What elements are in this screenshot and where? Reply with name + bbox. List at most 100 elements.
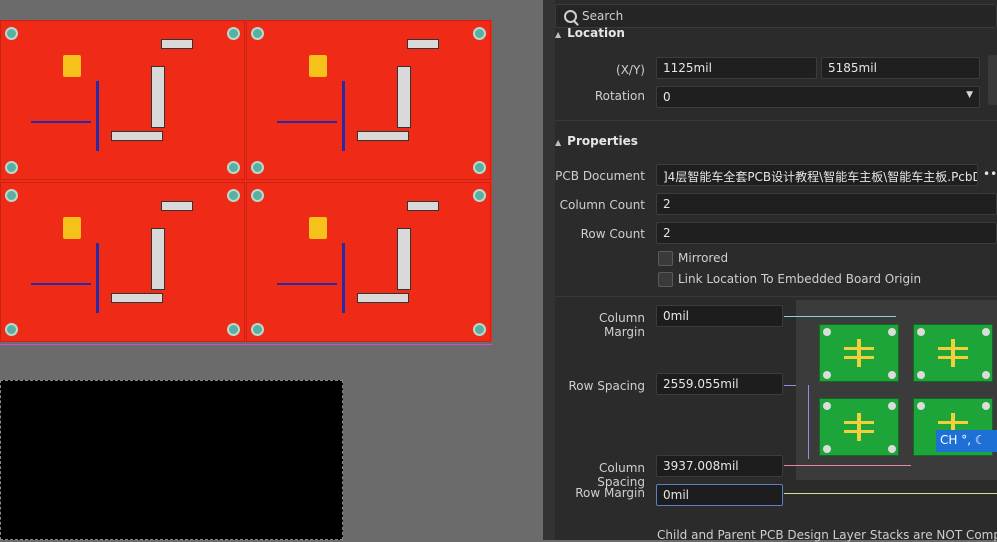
side-button[interactable]	[988, 55, 997, 105]
board-tile-2[interactable]	[246, 20, 491, 180]
pcb-canvas[interactable]	[0, 0, 543, 540]
row-spacing-field[interactable]: 2559.055mil	[656, 373, 783, 395]
mount-hole	[473, 189, 486, 202]
ic-component	[151, 228, 165, 290]
row-spacing-arrow	[784, 385, 796, 386]
canvas-black-region	[0, 380, 343, 540]
mount-hole	[473, 323, 486, 336]
section-header-location[interactable]: ▲ Location	[555, 26, 625, 40]
ic-component	[397, 66, 411, 128]
mirrored-checkbox[interactable]	[658, 251, 673, 266]
board-tile-1[interactable]	[0, 20, 245, 180]
mount-hole	[5, 27, 18, 40]
row-margin-field[interactable]: 0mil	[656, 484, 783, 506]
chevron-down-icon: ▼	[966, 90, 973, 100]
search-placeholder: Search	[582, 9, 624, 23]
column-spacing-field[interactable]: 3937.008mil	[656, 455, 783, 477]
row-count-label: Row Count	[580, 227, 645, 241]
column-margin-label: Column Margin	[599, 311, 645, 339]
pcb-trace	[342, 81, 345, 151]
mount-hole	[251, 161, 264, 174]
mount-hole	[251, 323, 264, 336]
row-margin-arrow	[784, 493, 997, 494]
collapse-triangle-icon: ▲	[555, 138, 562, 147]
pcb-trace	[96, 81, 99, 151]
logo-icon	[309, 55, 327, 77]
pcb-document-field[interactable]: ]4层智能车全套PCB设计教程\智能车主板\智能车主板.PcbDoc	[656, 164, 978, 186]
mount-hole	[473, 27, 486, 40]
mount-hole	[227, 189, 240, 202]
board-tile-4[interactable]	[246, 182, 491, 342]
ime-indicator[interactable]: CH °, ☾	[936, 430, 997, 452]
x-field[interactable]: 1125mil	[656, 57, 817, 79]
ime-text: CH °, ☾	[940, 433, 986, 447]
preview-board	[913, 324, 993, 382]
properties-panel: Search ▲ Location (X/Y) 1125mil 5185mil R…	[555, 0, 997, 542]
pcb-panel-board[interactable]	[0, 20, 492, 342]
rotation-value: 0	[663, 90, 671, 104]
mount-hole	[473, 161, 486, 174]
column-spacing-label: Column Spacing	[597, 461, 645, 489]
divider	[555, 120, 997, 121]
link-location-checkbox[interactable]	[658, 272, 673, 287]
ic-component	[357, 293, 409, 303]
column-spacing-arrow	[784, 465, 911, 466]
footprint-icon	[844, 339, 874, 367]
browse-button[interactable]: ••	[983, 167, 997, 181]
pcb-trace	[31, 121, 91, 123]
footprint-icon	[844, 413, 874, 441]
section-header-properties[interactable]: ▲ Properties	[555, 134, 638, 148]
mount-hole	[5, 189, 18, 202]
search-icon	[564, 10, 577, 23]
ic-component	[151, 66, 165, 128]
column-margin-field[interactable]: 0mil	[656, 305, 783, 327]
pcb-document-label: PCB Document	[555, 169, 645, 183]
row-count-field[interactable]: 2	[656, 222, 997, 244]
section-title: Location	[567, 26, 625, 40]
dimension-line	[0, 344, 492, 355]
pcb-trace	[277, 283, 337, 285]
logo-icon	[63, 55, 81, 77]
pcb-trace	[342, 243, 345, 313]
ic-component	[357, 131, 409, 141]
section-title: Properties	[567, 134, 638, 148]
mount-hole	[982, 371, 990, 379]
y-field[interactable]: 5185mil	[821, 57, 980, 79]
row-spacing-arrow	[808, 385, 809, 459]
mount-hole	[917, 402, 925, 410]
row-spacing-label: Row Spacing	[568, 379, 645, 393]
column-margin-arrow	[784, 316, 896, 317]
ic-component	[161, 39, 193, 49]
panel-splitter[interactable]	[543, 0, 555, 540]
mount-hole	[5, 323, 18, 336]
link-location-label: Link Location To Embedded Board Origin	[678, 272, 922, 286]
rotation-select[interactable]: 0 ▼	[656, 86, 980, 108]
mount-hole	[251, 189, 264, 202]
mount-hole	[227, 323, 240, 336]
collapse-triangle-icon: ▲	[555, 30, 562, 39]
mount-hole	[251, 27, 264, 40]
logo-icon	[63, 217, 81, 239]
pcb-trace	[277, 121, 337, 123]
mount-hole	[888, 445, 896, 453]
mount-hole	[888, 402, 896, 410]
pcb-document-path: ]4层智能车全套PCB设计教程\智能车主板\智能车主板.PcbDoc	[663, 170, 978, 184]
xy-label: (X/Y)	[616, 63, 645, 77]
logo-icon	[309, 217, 327, 239]
search-input[interactable]: Search	[555, 4, 997, 28]
mount-hole	[917, 328, 925, 336]
mount-hole	[823, 328, 831, 336]
mount-hole	[5, 161, 18, 174]
mount-hole	[888, 328, 896, 336]
mount-hole	[227, 161, 240, 174]
rotation-label: Rotation	[594, 89, 645, 103]
mirrored-label: Mirrored	[678, 251, 729, 265]
board-tile-3[interactable]	[0, 182, 245, 342]
preview-board	[819, 398, 899, 456]
column-count-field[interactable]: 2	[656, 193, 997, 215]
ic-component	[407, 201, 439, 211]
row-margin-label: Row Margin	[575, 486, 645, 500]
pcb-trace	[96, 243, 99, 313]
ic-component	[111, 293, 163, 303]
mount-hole	[917, 371, 925, 379]
